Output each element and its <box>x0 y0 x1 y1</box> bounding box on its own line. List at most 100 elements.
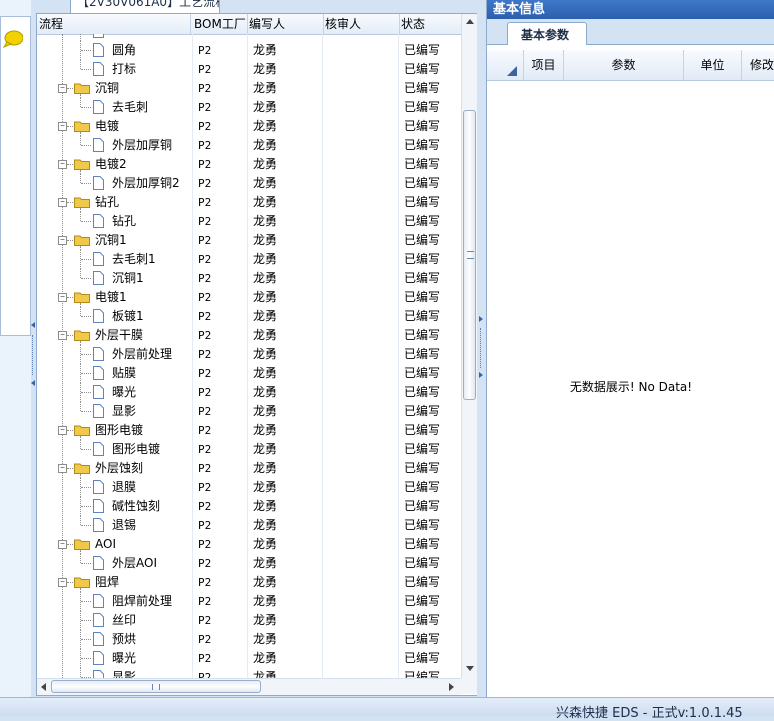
tree-row-step[interactable]: 外层加厚铜 P2 龙勇 已编写 <box>37 136 461 155</box>
tree-row-step[interactable]: 预烘 P2 龙勇 已编写 <box>37 630 461 649</box>
tree-row-group[interactable]: − 沉铜1 P2 龙勇 已编写 <box>37 231 461 250</box>
collapse-toggle-icon[interactable]: − <box>58 331 67 340</box>
tree-row-group[interactable]: − 电镀2 P2 龙勇 已编写 <box>37 155 461 174</box>
column-header-modify[interactable]: 修改 <box>742 50 774 80</box>
tree-row-group[interactable]: − 沉铜 P2 龙勇 已编写 <box>37 79 461 98</box>
status-text: 兴森快捷 EDS - 正式v:1.0.1.45 <box>556 706 743 721</box>
tree-row-step[interactable]: 外层AOI P2 龙勇 已编写 <box>37 554 461 573</box>
tree-row-group[interactable]: − 外层干膜 P2 龙勇 已编写 <box>37 326 461 345</box>
tree-row-step[interactable]: 圆角 P2 龙勇 已编写 <box>37 41 461 60</box>
splitter-grip[interactable] <box>32 335 35 375</box>
column-header-reviewer[interactable]: 核审人 <box>323 14 400 34</box>
column-header-status[interactable]: 状态 <box>399 14 461 34</box>
tree-node-label: 丝印 <box>112 613 137 627</box>
collapse-toggle-icon[interactable]: − <box>58 122 67 131</box>
horizontal-scrollbar[interactable] <box>37 678 461 695</box>
tree-row-step[interactable]: 打标 P2 龙勇 已编写 <box>37 60 461 79</box>
bom-cell: P2 <box>198 329 212 342</box>
collapse-right-arrow-icon[interactable] <box>479 316 483 322</box>
collapse-toggle-icon[interactable]: − <box>58 540 67 549</box>
scroll-down-icon[interactable] <box>466 666 474 671</box>
tree-row-group[interactable]: − 阻焊 P2 龙勇 已编写 <box>37 573 461 592</box>
row-selector-header[interactable] <box>487 50 524 80</box>
collapse-right-arrow-icon[interactable] <box>479 372 483 378</box>
author-cell: 龙勇 <box>253 556 278 570</box>
tree-row-group[interactable]: − 电镀1 P2 龙勇 已编写 <box>37 288 461 307</box>
basic-info-title-bar: 基本信息 <box>487 0 774 19</box>
tree-row-step[interactable]: 图形电镀 P2 龙勇 已编写 <box>37 440 461 459</box>
process-tab[interactable]: 【2V30V061A0】工艺流程 <box>70 0 220 14</box>
tree-row-group[interactable]: − 电镀 P2 龙勇 已编写 <box>37 117 461 136</box>
tree-line <box>67 88 73 89</box>
tree-row-step[interactable]: 丝印 P2 龙勇 已编写 <box>37 611 461 630</box>
author-cell: 龙勇 <box>253 347 278 361</box>
tree-row-step[interactable]: 退膜 P2 龙勇 已编写 <box>37 478 461 497</box>
status-cell: 已编写 <box>404 442 441 456</box>
tree-line <box>81 354 91 355</box>
column-header-param[interactable]: 参数 <box>564 50 684 80</box>
bom-cell: P2 <box>198 500 212 513</box>
collapse-toggle-icon[interactable]: − <box>58 236 67 245</box>
splitter-grip[interactable] <box>480 328 483 368</box>
tree-line <box>80 212 81 221</box>
tree-row-group[interactable]: − AOI P2 龙勇 已编写 <box>37 535 461 554</box>
column-header-author[interactable]: 编写人 <box>247 14 324 34</box>
collapse-left-arrow-icon[interactable] <box>31 322 35 328</box>
tree-row-step[interactable]: 退锡 P2 龙勇 已编写 <box>37 516 461 535</box>
tree-row-step[interactable]: 贴膜 P2 龙勇 已编写 <box>37 364 461 383</box>
tree-node-label: 外层干膜 <box>95 328 144 342</box>
bom-cell: P2 <box>198 367 212 380</box>
scroll-right-icon[interactable] <box>449 683 454 691</box>
tree-row-step[interactable]: 碱性蚀刻 P2 龙勇 已编写 <box>37 497 461 516</box>
tree-node-label: 显影 <box>112 404 137 418</box>
tree-row-step[interactable]: 显影 P2 龙勇 已编写 <box>37 668 461 678</box>
bom-cell: P2 <box>198 633 212 646</box>
tab-basic-params[interactable]: 基本参数 <box>507 22 587 45</box>
tree-row-step[interactable]: 去毛刺 P2 龙勇 已编写 <box>37 98 461 117</box>
tree-line <box>81 620 91 621</box>
tree-row-step[interactable]: 曝光 P2 龙勇 已编写 <box>37 383 461 402</box>
tree-row-group[interactable]: − 图形电镀 P2 龙勇 已编写 <box>37 421 461 440</box>
tree-row-step[interactable] <box>37 34 461 41</box>
tree-row-group[interactable]: − 外层蚀刻 P2 龙勇 已编写 <box>37 459 461 478</box>
tree-row-step[interactable]: 板镀1 P2 龙勇 已编写 <box>37 307 461 326</box>
chat-bubble-icon[interactable] <box>3 30 23 48</box>
collapse-toggle-icon[interactable]: − <box>58 578 67 587</box>
status-cell: 已编写 <box>404 518 441 532</box>
author-cell: 龙勇 <box>253 214 278 228</box>
tree-node-label: 图形电镀 <box>95 423 144 437</box>
column-header-bom[interactable]: BOM工厂 <box>192 14 248 34</box>
tree-row-step[interactable]: 曝光 P2 龙勇 已编写 <box>37 649 461 668</box>
tree-row-step[interactable]: 去毛刺1 P2 龙勇 已编写 <box>37 250 461 269</box>
column-header-unit[interactable]: 单位 <box>684 50 742 80</box>
collapse-toggle-icon[interactable]: − <box>58 293 67 302</box>
tree-row-step[interactable]: 外层加厚铜2 P2 龙勇 已编写 <box>37 174 461 193</box>
column-header-item[interactable]: 项目 <box>524 50 564 80</box>
vertical-scrollbar[interactable] <box>461 14 477 678</box>
collapse-toggle-icon[interactable]: − <box>58 426 67 435</box>
status-cell: 已编写 <box>404 214 441 228</box>
collapse-left-arrow-icon[interactable] <box>31 380 35 386</box>
status-bar: 兴森快捷 EDS - 正式v:1.0.1.45 <box>0 697 774 721</box>
tree-node-label: 外层AOI <box>112 556 157 570</box>
status-cell: 已编写 <box>404 461 441 475</box>
tree-row-step[interactable]: 显影 P2 龙勇 已编写 <box>37 402 461 421</box>
tree-row-step[interactable]: 阻焊前处理 P2 龙勇 已编写 <box>37 592 461 611</box>
column-header-process[interactable]: 流程 <box>37 14 191 34</box>
scroll-left-icon[interactable] <box>41 683 46 691</box>
collapse-toggle-icon[interactable]: − <box>58 464 67 473</box>
collapse-toggle-icon[interactable]: − <box>58 84 67 93</box>
tree-line <box>81 316 91 317</box>
tree-row-step[interactable]: 沉铜1 P2 龙勇 已编写 <box>37 269 461 288</box>
collapse-toggle-icon[interactable]: − <box>58 198 67 207</box>
author-cell: 龙勇 <box>253 632 278 646</box>
tree-row-step[interactable]: 钻孔 P2 龙勇 已编写 <box>37 212 461 231</box>
tree-row-group[interactable]: − 钻孔 P2 龙勇 已编写 <box>37 193 461 212</box>
tree-node-label: 曝光 <box>112 385 137 399</box>
horizontal-scroll-thumb[interactable] <box>51 680 261 693</box>
collapse-toggle-icon[interactable]: − <box>58 160 67 169</box>
tree-row-step[interactable]: 外层前处理 P2 龙勇 已编写 <box>37 345 461 364</box>
vertical-scroll-thumb[interactable] <box>463 110 476 400</box>
tree-node-label: 退锡 <box>112 518 137 532</box>
scroll-up-icon[interactable] <box>466 19 474 24</box>
